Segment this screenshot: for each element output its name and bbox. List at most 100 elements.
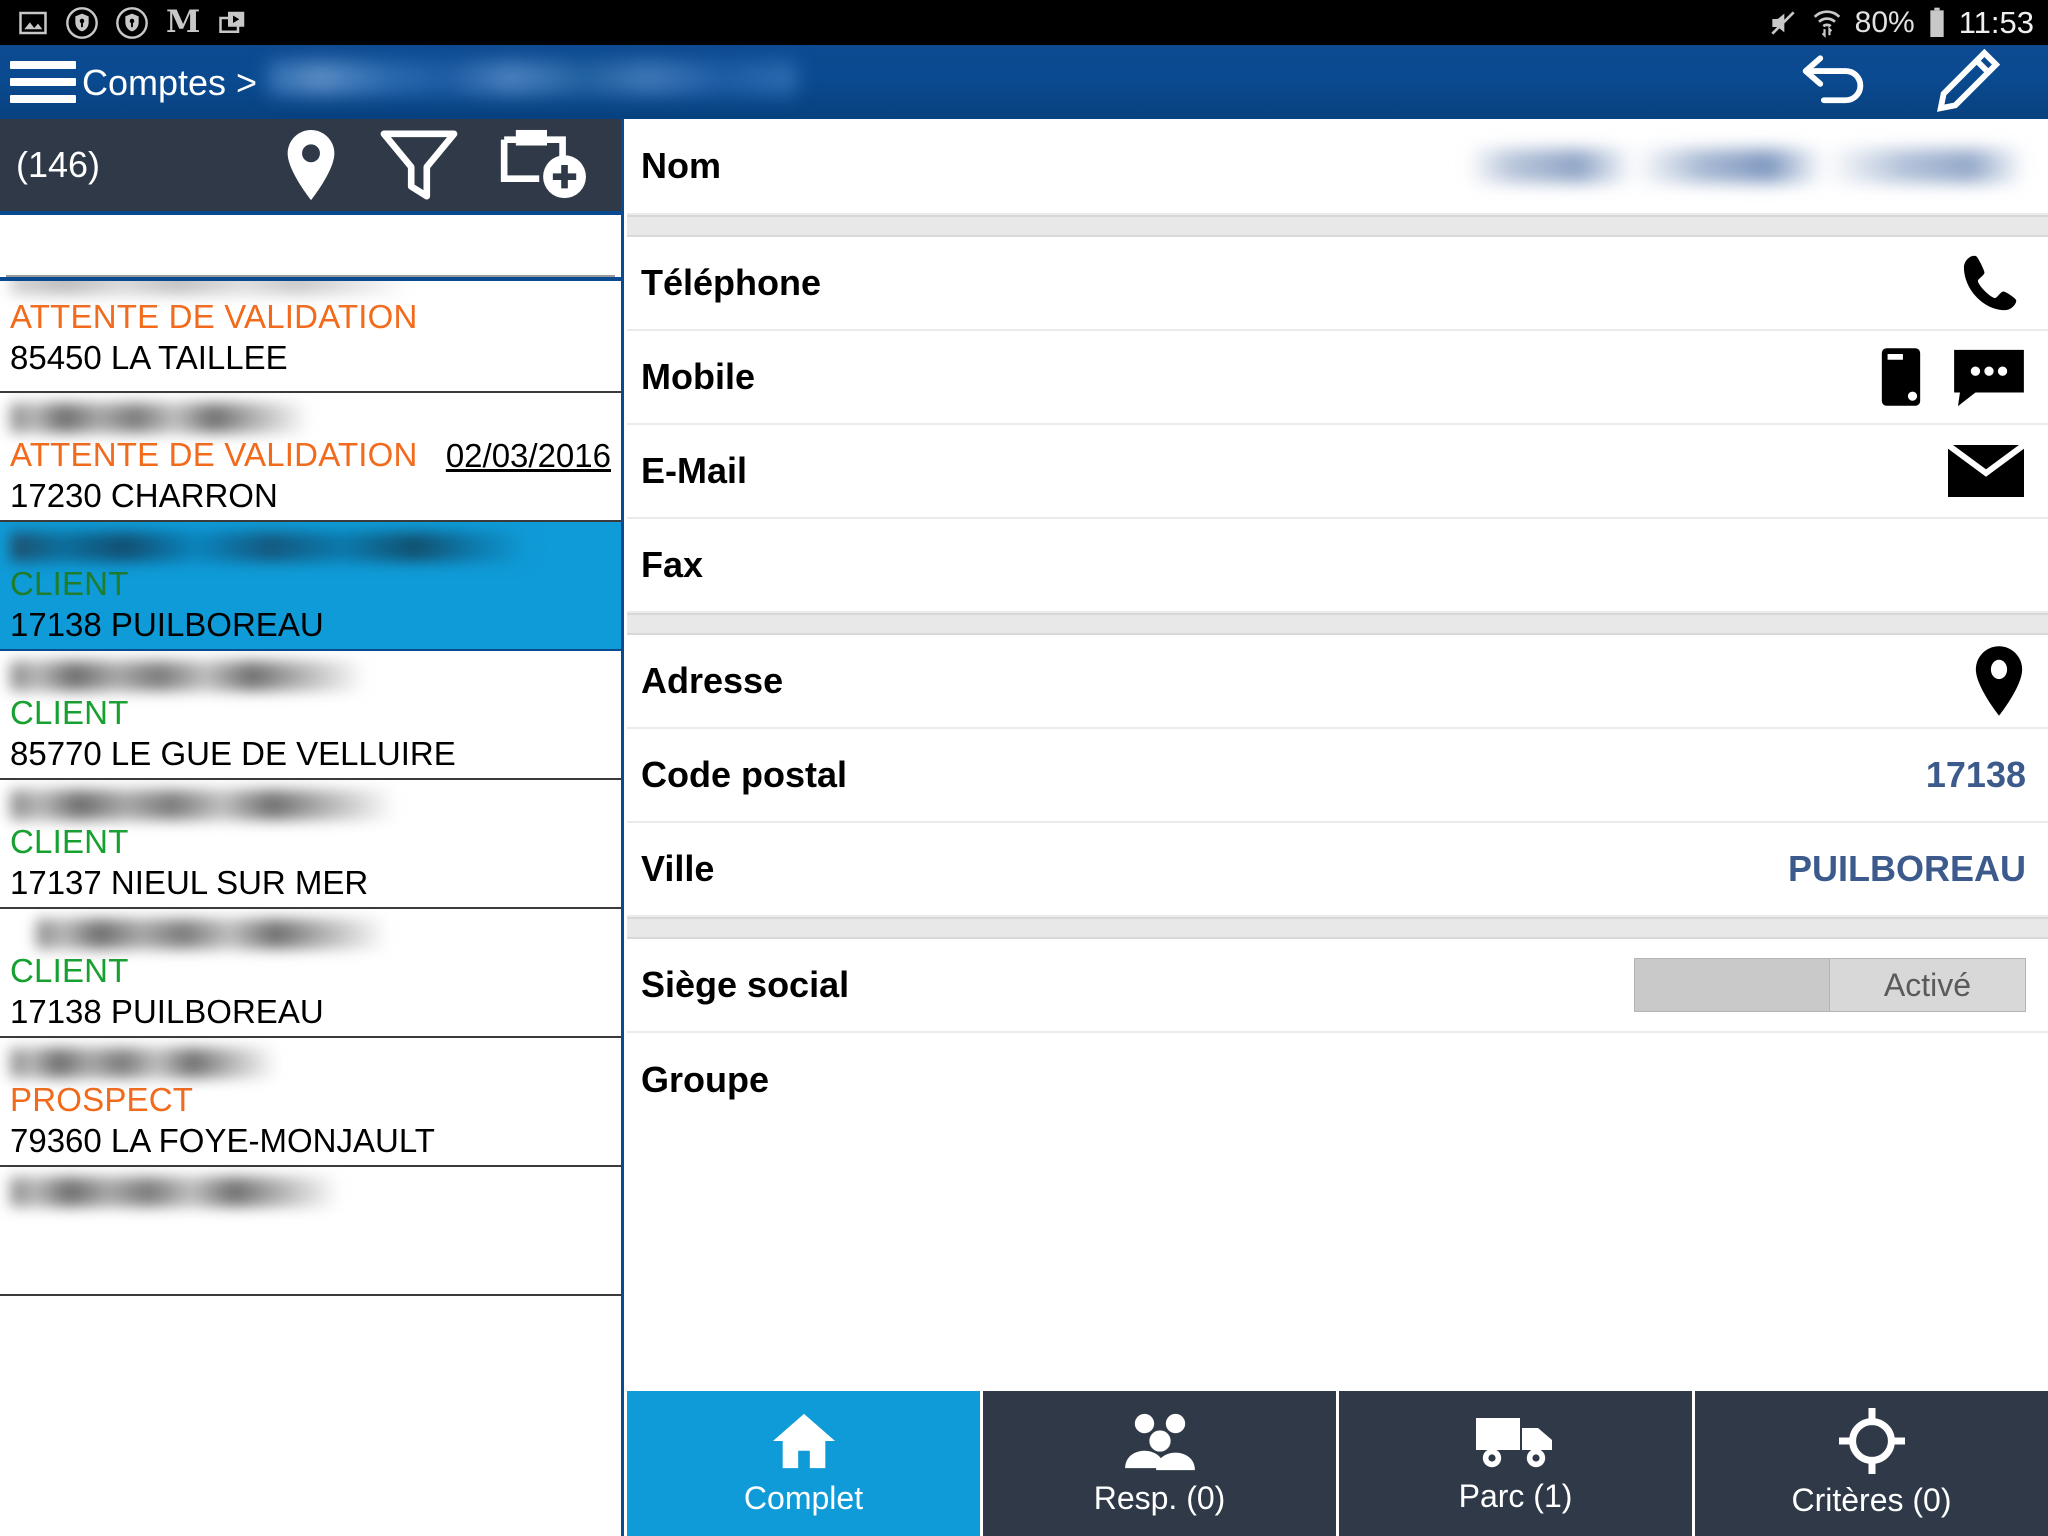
- clock-label: 11:53: [1958, 4, 2034, 40]
- account-city-label: 79360 LA FOYE-MONJAULT: [10, 1122, 435, 1159]
- account-status-label: CLIENT: [10, 694, 129, 731]
- account-city-label: 17137 NIEUL SUR MER: [10, 864, 369, 901]
- status-bar-right-icons: 80% 11:53: [1767, 5, 2048, 41]
- add-account-icon[interactable]: [499, 128, 595, 202]
- list-item[interactable]: CLIENT 17137 NIEUL SUR MER: [0, 780, 621, 909]
- toggle-off-half[interactable]: [1635, 959, 1829, 1011]
- account-status-label: ATTENTE DE VALIDATION: [10, 298, 418, 335]
- field-nom[interactable]: Nom: [627, 119, 2048, 215]
- sms-message-icon[interactable]: [1952, 346, 2026, 408]
- tab-parc[interactable]: Parc (1): [1339, 1391, 1695, 1536]
- email-envelope-icon[interactable]: [1946, 443, 2026, 499]
- status-bar-left-icons: M: [0, 7, 248, 39]
- list-item[interactable]: [0, 1167, 621, 1296]
- field-actions: [1960, 252, 2026, 314]
- field-adresse[interactable]: Adresse: [627, 635, 2048, 729]
- accounts-list-panel: (146) ATTENTE DE VALIDATION 85450 LA TAI…: [0, 119, 624, 1536]
- account-status-label: CLIENT: [10, 823, 129, 860]
- field-actions: [1972, 644, 2026, 718]
- list-item[interactable]: ATTENTE DE VALIDATION 85450 LA TAILLEE: [0, 281, 621, 393]
- account-name-redacted: [10, 532, 530, 562]
- list-item[interactable]: PROSPECT 79360 LA FOYE-MONJAULT: [0, 1038, 621, 1167]
- account-name-redacted: [10, 403, 310, 433]
- account-city-label: 17230 CHARRON: [10, 477, 278, 514]
- field-siege-social[interactable]: Siège social Activé: [627, 939, 2048, 1033]
- list-toolbar-actions: [283, 128, 621, 202]
- account-name-redacted: [10, 661, 366, 691]
- toggle-on-label[interactable]: Activé: [1829, 959, 2025, 1011]
- image-icon: [18, 8, 48, 38]
- field-label: Nom: [641, 145, 721, 186]
- section-divider: [627, 613, 2048, 635]
- account-name-redacted: [10, 1048, 278, 1078]
- field-label: Siège social: [641, 964, 850, 1005]
- field-actions: [1878, 346, 2026, 408]
- status-bar: M 80% 11:53: [0, 0, 2048, 45]
- account-detail-panel: Nom Téléphone Mobile E-Mail Fax Adresse …: [627, 119, 2048, 1536]
- account-city-label: 17138 PUILBOREAU: [10, 606, 324, 643]
- breadcrumb-root-label[interactable]: Comptes >: [82, 62, 257, 104]
- field-code-postal[interactable]: Code postal 17138: [627, 729, 2048, 823]
- field-mobile[interactable]: Mobile: [627, 331, 2048, 425]
- section-divider: [627, 917, 2048, 939]
- play-store-icon: [218, 8, 248, 38]
- field-label: Fax: [641, 544, 704, 585]
- tab-criteres[interactable]: Critères (0): [1695, 1391, 2048, 1536]
- field-fax[interactable]: Fax: [627, 519, 2048, 613]
- app-bar: Comptes >: [0, 45, 2048, 119]
- account-name-redacted: [10, 1177, 340, 1207]
- field-label: E-Mail: [641, 450, 748, 491]
- map-pin-icon[interactable]: [283, 128, 339, 202]
- accounts-count-label: (146): [16, 144, 101, 185]
- list-item[interactable]: CLIENT 85770 LE GUE DE VELLUIRE: [0, 651, 621, 780]
- account-status-label: CLIENT: [10, 952, 129, 989]
- account-city-label: 17138 PUILBOREAU: [10, 993, 324, 1030]
- account-name-redacted: [10, 790, 396, 820]
- field-value-redacted: [1466, 149, 2026, 183]
- bottom-tab-bar: Complet Resp. (0) Parc (1) Critères (0): [627, 1388, 2048, 1536]
- app-bar-actions: [1796, 49, 2048, 115]
- search-input[interactable]: [6, 225, 615, 277]
- tab-label: Resp. (0): [1093, 1480, 1226, 1516]
- field-actions: [1946, 443, 2026, 499]
- battery-percent-label: 80%: [1854, 5, 1915, 39]
- list-item[interactable]: CLIENT 17138 PUILBOREAU: [0, 909, 621, 1038]
- field-value: 17138: [1925, 754, 2026, 795]
- detail-fields-scroll: Nom Téléphone Mobile E-Mail Fax Adresse …: [627, 119, 2048, 1388]
- tab-responsables[interactable]: Resp. (0): [983, 1391, 1339, 1536]
- home-icon: [769, 1410, 839, 1472]
- phone-icon[interactable]: [1960, 252, 2026, 314]
- account-name-redacted: [10, 281, 410, 295]
- breadcrumb-current-label: [267, 60, 798, 95]
- filter-funnel-icon[interactable]: [379, 128, 459, 202]
- shield-key-icon: [66, 6, 98, 39]
- account-status-label: PROSPECT: [10, 1081, 194, 1118]
- search-field-wrapper: [0, 215, 621, 281]
- target-icon: [1838, 1408, 1906, 1474]
- field-groupe[interactable]: Groupe: [627, 1033, 2048, 1127]
- map-pin-icon[interactable]: [1972, 644, 2026, 718]
- field-ville[interactable]: Ville PUILBOREAU: [627, 823, 2048, 917]
- mobile-phone-icon[interactable]: [1878, 346, 1924, 408]
- list-item-selected[interactable]: CLIENT 17138 PUILBOREAU: [0, 522, 621, 651]
- gothic-m-icon: M: [166, 4, 201, 40]
- list-item[interactable]: ATTENTE DE VALIDATION 17230 CHARRON 02/0…: [0, 393, 621, 522]
- battery-icon: [1928, 7, 1946, 39]
- account-city-label: 85770 LE GUE DE VELLUIRE: [10, 735, 456, 772]
- section-divider: [627, 215, 2048, 237]
- siege-social-toggle[interactable]: Activé: [1634, 958, 2026, 1012]
- undo-icon[interactable]: [1796, 51, 1870, 113]
- truck-icon: [1474, 1412, 1558, 1470]
- account-status-label: CLIENT: [10, 565, 129, 602]
- field-telephone[interactable]: Téléphone: [627, 237, 2048, 331]
- app-root: M 80% 11:53 Comptes > (146) ATTENTE DE V…: [0, 0, 2048, 1536]
- tab-label: Complet: [743, 1480, 864, 1516]
- speaker-muted-icon: [1767, 7, 1799, 39]
- pencil-edit-icon[interactable]: [1930, 49, 2000, 115]
- tab-complet[interactable]: Complet: [627, 1391, 983, 1536]
- field-email[interactable]: E-Mail: [627, 425, 2048, 519]
- breadcrumb[interactable]: Comptes >: [82, 60, 798, 104]
- tab-label: Parc (1): [1458, 1478, 1573, 1514]
- tab-label: Critères (0): [1791, 1482, 1952, 1518]
- list-toolbar: (146): [0, 119, 621, 215]
